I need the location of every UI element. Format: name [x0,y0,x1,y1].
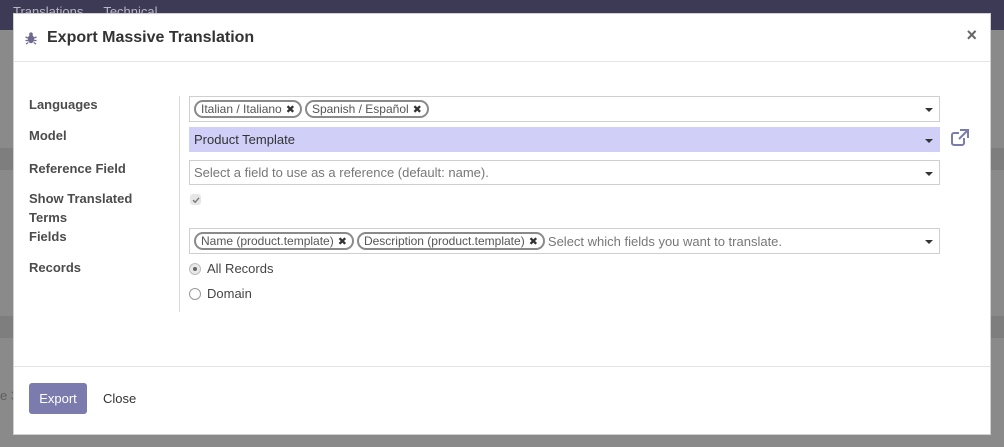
remove-tag-icon[interactable]: ✖ [286,103,295,116]
footer-divider [14,366,990,367]
dialog-header: Export Massive Translation × [14,14,990,61]
export-button[interactable]: Export [29,383,87,414]
radio-icon[interactable] [189,262,201,275]
fields-tags: Name (product.template) ✖ Description (p… [190,229,939,253]
model-field[interactable]: Product Template [189,127,940,152]
tag-label: Description (product.template) [363,234,525,248]
radio-domain-label: Domain [207,286,252,301]
tag-label: Name (product.template) [201,234,334,248]
radio-icon[interactable] [189,287,201,300]
dropdown-caret-icon[interactable] [925,240,933,244]
reference-field-placeholder: Select a field to use as a reference (de… [194,165,489,180]
model-label: Model [29,128,67,143]
field-tag: Description (product.template) ✖ [356,232,545,250]
check-icon [192,196,200,203]
header-divider [14,61,990,62]
languages-label: Languages [29,97,98,112]
show-translated-label-line1: Show Translated [29,191,133,206]
dialog-title: Export Massive Translation [47,28,255,46]
language-tag: Italian / Italiano ✖ [194,100,302,118]
radio-all-records[interactable]: All Records [189,261,273,276]
remove-tag-icon[interactable]: ✖ [338,235,347,248]
languages-field[interactable]: Italian / Italiano ✖ Spanish / Español ✖ [189,96,940,122]
dropdown-caret-icon[interactable] [925,108,933,112]
language-tag: Spanish / Español ✖ [304,100,429,118]
fields-placeholder[interactable]: Select which fields you want to translat… [548,234,782,249]
languages-tags: Italian / Italiano ✖ Spanish / Español ✖ [190,97,939,121]
form-separator [179,96,180,312]
tag-label: Spanish / Español [311,102,409,116]
remove-tag-icon[interactable]: ✖ [529,235,538,248]
fields-field[interactable]: Name (product.template) ✖ Description (p… [189,228,940,254]
export-dialog: Export Massive Translation × Languages M… [13,13,991,435]
radio-domain[interactable]: Domain [189,286,252,301]
reference-field-label: Reference Field [29,161,126,176]
dropdown-caret-icon[interactable] [925,138,933,143]
records-label: Records [29,260,82,275]
reference-field-select[interactable]: Select a field to use as a reference (de… [189,160,940,185]
show-translated-checkbox[interactable] [190,194,201,205]
remove-tag-icon[interactable]: ✖ [413,103,422,116]
model-value: Product Template [194,132,295,147]
radio-all-records-label: All Records [207,261,274,276]
show-translated-label-line2: Terms [29,210,68,225]
bug-icon [24,31,38,45]
field-tag: Name (product.template) ✖ [194,232,354,250]
fields-label: Fields [29,229,67,244]
close-icon[interactable]: × [966,25,977,46]
close-button[interactable]: Close [96,383,143,414]
dropdown-caret-icon[interactable] [925,171,933,176]
tag-label: Italian / Italiano [201,102,282,116]
external-link-icon[interactable] [950,128,970,148]
